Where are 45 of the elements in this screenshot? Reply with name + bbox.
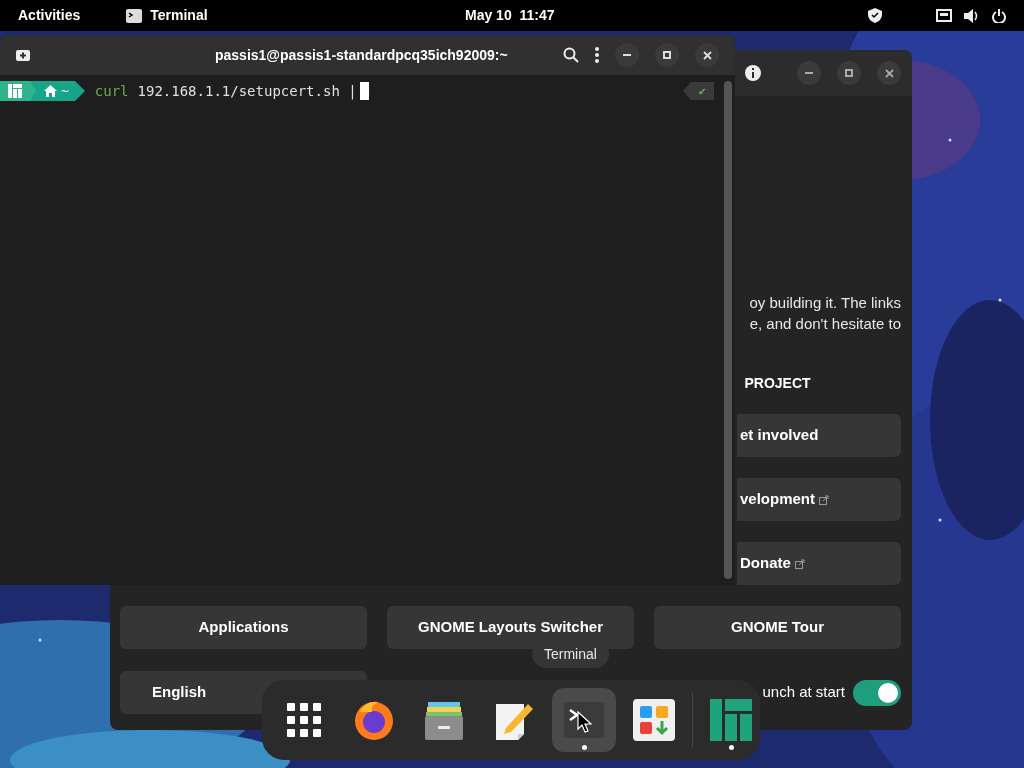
minimize-button[interactable] bbox=[797, 61, 821, 85]
action-button[interactable]: GNOME Layouts Switcher bbox=[387, 606, 634, 649]
manjaro-logo-icon bbox=[8, 84, 22, 98]
section-heading: PROJECT bbox=[743, 374, 812, 393]
clock[interactable]: May 10 11:47 bbox=[465, 5, 555, 26]
minimize-button[interactable] bbox=[615, 43, 639, 67]
shield-icon[interactable] bbox=[868, 8, 882, 23]
info-icon[interactable] bbox=[745, 65, 761, 81]
command-argument: 192.168.1.1/setupcert.sh | bbox=[137, 81, 357, 102]
close-button[interactable] bbox=[877, 61, 901, 85]
network-icon[interactable] bbox=[936, 9, 952, 22]
volume-icon[interactable] bbox=[964, 8, 980, 23]
home-icon bbox=[44, 85, 57, 97]
launch-toggle[interactable] bbox=[853, 679, 901, 706]
launch-at-start-label: unch at start bbox=[762, 682, 845, 703]
prompt-directory: ~ bbox=[61, 82, 69, 101]
software-store-icon bbox=[633, 699, 675, 741]
search-icon[interactable] bbox=[563, 47, 579, 63]
description-text: e, and don't hesitate to bbox=[749, 314, 901, 334]
maximize-button[interactable] bbox=[655, 43, 679, 67]
activities-button[interactable]: Activities bbox=[18, 5, 81, 26]
close-icon bbox=[702, 50, 712, 60]
action-button[interactable]: GNOME Tour bbox=[654, 606, 901, 649]
app-grid-icon bbox=[287, 703, 321, 737]
dock-item[interactable] bbox=[552, 688, 616, 752]
scrollbar[interactable] bbox=[724, 81, 732, 579]
close-button[interactable] bbox=[695, 43, 719, 67]
description-text: oy building it. The links bbox=[749, 293, 901, 313]
window-title: passis1@passis1-standardpcq35ich92009:~ bbox=[215, 45, 508, 65]
action-button[interactable]: Applications bbox=[120, 606, 367, 649]
link-button[interactable]: velopment bbox=[737, 478, 901, 521]
power-icon[interactable] bbox=[992, 8, 1006, 23]
command-text: curl bbox=[94, 81, 129, 101]
maximize-button[interactable] bbox=[837, 61, 861, 85]
status-segment: ✔ bbox=[690, 82, 714, 100]
mouse-pointer-icon bbox=[577, 711, 593, 733]
menu-icon[interactable] bbox=[595, 47, 599, 63]
manjaro-logo-icon bbox=[710, 699, 752, 741]
app-menu[interactable]: Terminal bbox=[150, 5, 208, 26]
close-icon bbox=[884, 68, 894, 78]
link-button[interactable]: et involved bbox=[737, 414, 901, 457]
terminal-icon bbox=[126, 8, 143, 23]
text-cursor bbox=[359, 82, 369, 100]
link-button[interactable]: Donate bbox=[737, 542, 901, 585]
new-tab-icon[interactable] bbox=[16, 48, 30, 62]
